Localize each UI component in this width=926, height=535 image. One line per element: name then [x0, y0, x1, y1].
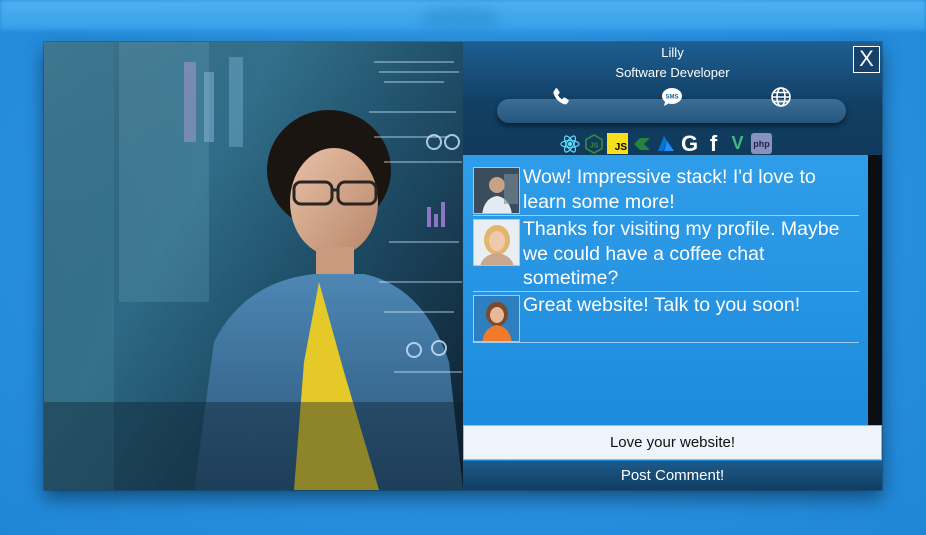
profile-header: Lilly Software Developer X SMS JS JS G f…: [463, 42, 882, 156]
tech-stack-row: JS JS G f V php: [559, 130, 772, 156]
sms-icon-label: SMS: [665, 95, 678, 101]
list-item: Thanks for visiting my profile. Maybe we…: [473, 217, 859, 292]
comment-input-wrap: [463, 425, 882, 460]
background-logo-blur: [420, 8, 500, 30]
comment-scrollbar[interactable]: [868, 155, 882, 425]
comment-list: Wow! Impressive stack! I'd love to learn…: [463, 155, 868, 425]
profile-side-panel: Lilly Software Developer X SMS JS JS G f…: [463, 42, 882, 490]
facebook-icon: f: [709, 130, 718, 156]
profile-name: Lilly: [661, 45, 684, 60]
php-icon: php: [751, 133, 772, 154]
list-item: Great website! Talk to you soon!: [473, 293, 859, 343]
vue-icon: V: [731, 133, 744, 153]
sms-icon[interactable]: SMS: [660, 85, 684, 109]
comment-text: Wow! Impressive stack! I'd love to learn…: [523, 166, 816, 213]
close-button[interactable]: X: [853, 46, 880, 73]
azure-icon: [655, 133, 676, 154]
csharp-icon: [631, 133, 652, 154]
profile-modal: Lilly Software Developer X SMS JS JS G f…: [44, 42, 882, 490]
google-icon: G: [680, 130, 699, 156]
profile-title: Software Developer: [615, 65, 730, 80]
profile-photo: [44, 42, 463, 490]
comment-text: Thanks for visiting my profile. Maybe we…: [523, 218, 840, 289]
comment-input[interactable]: [464, 426, 881, 459]
phone-icon[interactable]: [549, 85, 573, 109]
contact-bar: SMS: [497, 87, 846, 123]
avatar: [473, 295, 520, 342]
list-item: Wow! Impressive stack! I'd love to learn…: [473, 165, 859, 216]
avatar: [473, 167, 520, 214]
avatar: [473, 219, 520, 266]
globe-icon[interactable]: [769, 85, 793, 109]
nodejs-icon: JS: [583, 133, 604, 154]
nodejs-icon-label: JS: [589, 142, 598, 149]
developer-photo-illustration: [44, 42, 463, 490]
react-icon: [559, 133, 580, 154]
comment-text: Great website! Talk to you soon!: [523, 294, 801, 316]
post-comment-button[interactable]: Post Comment!: [463, 461, 882, 490]
javascript-icon: JS: [607, 133, 628, 154]
